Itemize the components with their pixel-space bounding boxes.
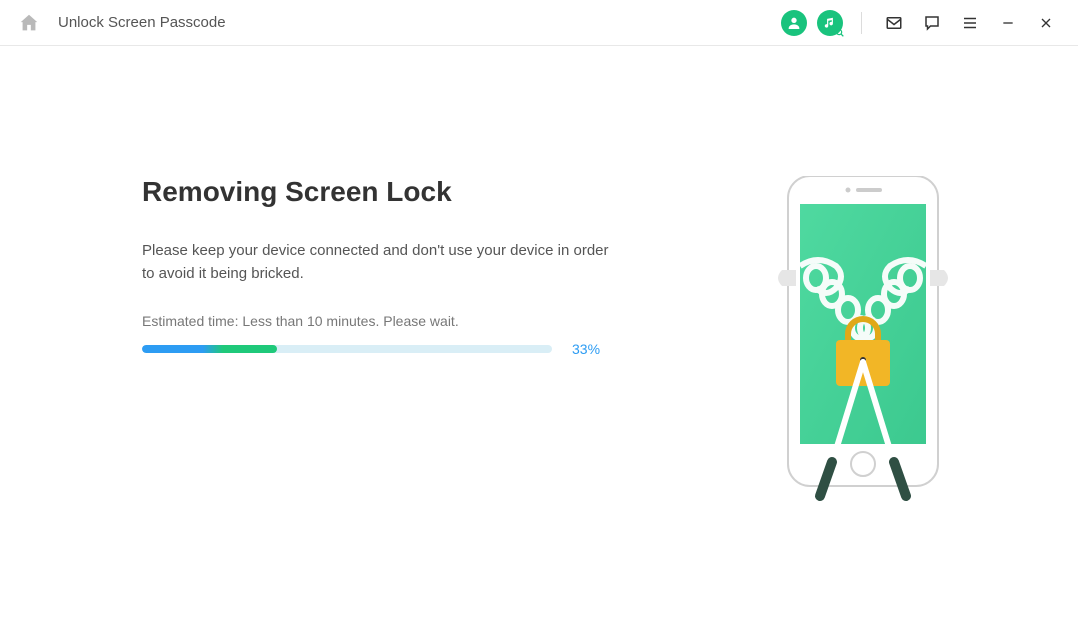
content-area: Removing Screen Lock Please keep your de…	[0, 46, 1078, 521]
progress-percent: 33%	[572, 341, 600, 357]
menu-icon[interactable]	[956, 9, 984, 37]
music-icon[interactable]	[817, 10, 843, 36]
titlebar: Unlock Screen Passcode	[0, 0, 1078, 46]
close-button[interactable]	[1032, 9, 1060, 37]
progress-row: 33%	[142, 341, 662, 357]
progress-fill	[142, 345, 277, 353]
minimize-button[interactable]	[994, 9, 1022, 37]
heading: Removing Screen Lock	[142, 176, 662, 208]
eta-text: Estimated time: Less than 10 minutes. Pl…	[142, 313, 662, 329]
toolbar-divider	[861, 12, 862, 34]
progress-panel: Removing Screen Lock Please keep your de…	[142, 176, 662, 521]
progress-bar	[142, 345, 552, 353]
feedback-icon[interactable]	[918, 9, 946, 37]
home-icon[interactable]	[18, 12, 40, 34]
mail-icon[interactable]	[880, 9, 908, 37]
description: Please keep your device connected and do…	[142, 240, 622, 285]
top-icons	[781, 9, 1060, 37]
phone-illustration	[768, 176, 968, 521]
window-title: Unlock Screen Passcode	[58, 14, 226, 31]
account-icon[interactable]	[781, 10, 807, 36]
